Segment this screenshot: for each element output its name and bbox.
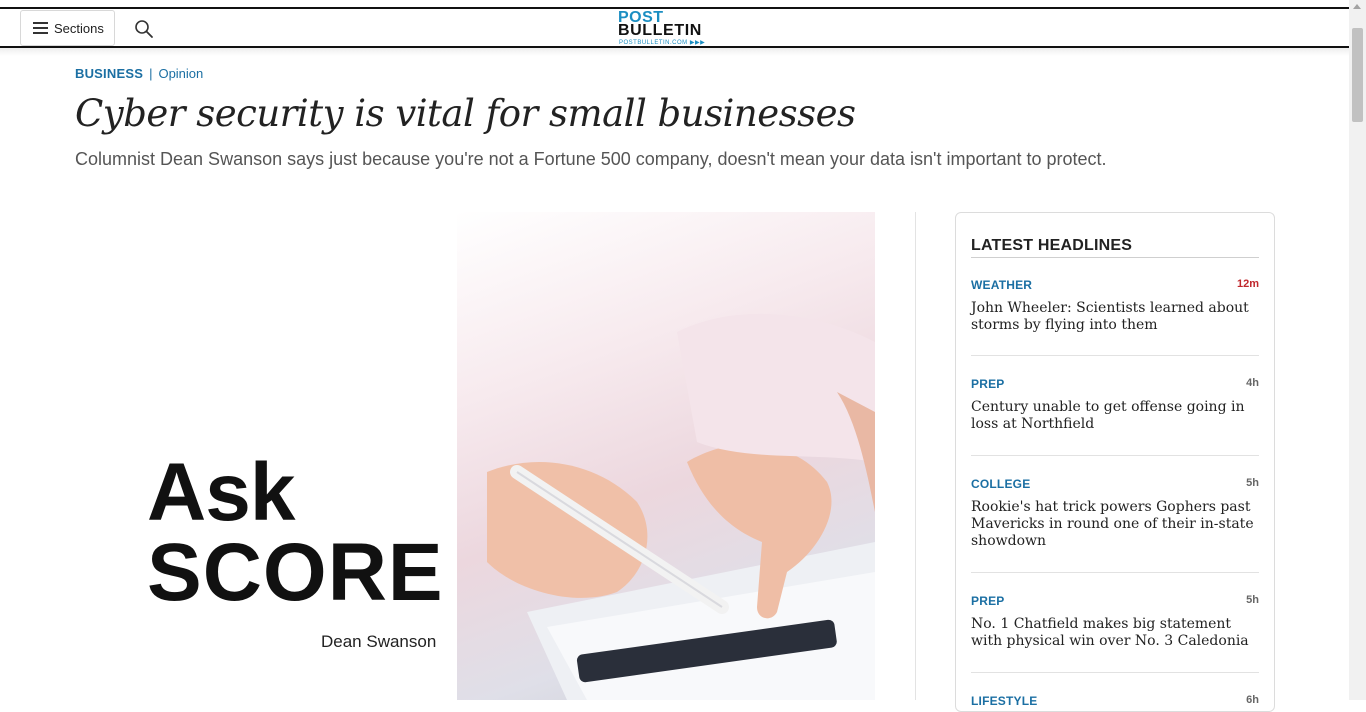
- breadcrumb-subcategory[interactable]: Opinion: [158, 66, 203, 81]
- score-text: SCORE: [147, 527, 444, 618]
- headline-time: 6h: [1246, 694, 1259, 706]
- scroll-up-icon[interactable]: [1353, 4, 1361, 9]
- headline-separator: [971, 572, 1259, 573]
- headline-time: 4h: [1246, 377, 1259, 389]
- title-rule: [971, 257, 1259, 258]
- headline-time: 12m: [1236, 278, 1259, 290]
- hero-author: Dean Swanson: [321, 632, 437, 651]
- hero-image: Ask SCORE Dean Swanson: [75, 212, 875, 700]
- site-logo[interactable]: POST BULLETIN POSTBULLETIN.COM ▶▶▶: [618, 10, 732, 47]
- headline-separator: [971, 672, 1259, 673]
- headline-separator: [971, 455, 1259, 456]
- page-scrollbar[interactable]: [1349, 0, 1366, 700]
- breadcrumb: BUSINESS | Opinion: [75, 66, 203, 81]
- ask-text: Ask: [147, 447, 295, 538]
- header-shadow: [0, 48, 1349, 56]
- headline-category[interactable]: WEATHER: [971, 278, 1032, 292]
- latest-headlines-panel: LATEST HEADLINES WEATHER 12m John Wheele…: [955, 212, 1275, 712]
- headline-time: 5h: [1246, 594, 1259, 606]
- headline-title[interactable]: John Wheeler: Scientists learned about s…: [971, 300, 1259, 334]
- headline-time: 5h: [1246, 477, 1259, 489]
- headline-category[interactable]: COLLEGE: [971, 477, 1030, 491]
- logo-line-3: POSTBULLETIN.COM ▶▶▶: [619, 40, 706, 46]
- ask-score-graphic: Ask SCORE Dean Swanson: [147, 447, 447, 652]
- latest-headlines-title: LATEST HEADLINES: [971, 237, 1133, 254]
- breadcrumb-category[interactable]: BUSINESS: [75, 66, 143, 81]
- logo-arrows-icon: ▶▶▶: [689, 40, 706, 46]
- column-divider: [915, 212, 916, 700]
- headline-title[interactable]: Rookie's hat trick powers Gophers past M…: [971, 499, 1259, 550]
- search-button[interactable]: [132, 17, 156, 41]
- hands-document-photo: [457, 212, 875, 700]
- headline-category[interactable]: PREP: [971, 377, 1004, 391]
- headline-separator: [971, 355, 1259, 356]
- headline-category[interactable]: LIFESTYLE: [971, 694, 1037, 708]
- sections-menu-button[interactable]: Sections: [20, 10, 115, 46]
- breadcrumb-separator: |: [149, 66, 153, 81]
- scrollbar-thumb[interactable]: [1352, 28, 1363, 122]
- hamburger-icon: [33, 22, 48, 34]
- headline-title[interactable]: No. 1 Chatfield makes big statement with…: [971, 616, 1259, 650]
- article-deck: Columnist Dean Swanson says just because…: [75, 149, 1107, 169]
- article-headline: Cyber security is vital for small busine…: [75, 92, 856, 135]
- sections-label: Sections: [54, 20, 104, 36]
- search-icon: [135, 20, 153, 38]
- headline-category[interactable]: PREP: [971, 594, 1004, 608]
- site-header: Sections POST BULLETIN POSTBULLETIN.COM …: [0, 7, 1349, 48]
- logo-line-2: BULLETIN: [618, 22, 702, 39]
- headline-title[interactable]: Century unable to get offense going in l…: [971, 399, 1259, 433]
